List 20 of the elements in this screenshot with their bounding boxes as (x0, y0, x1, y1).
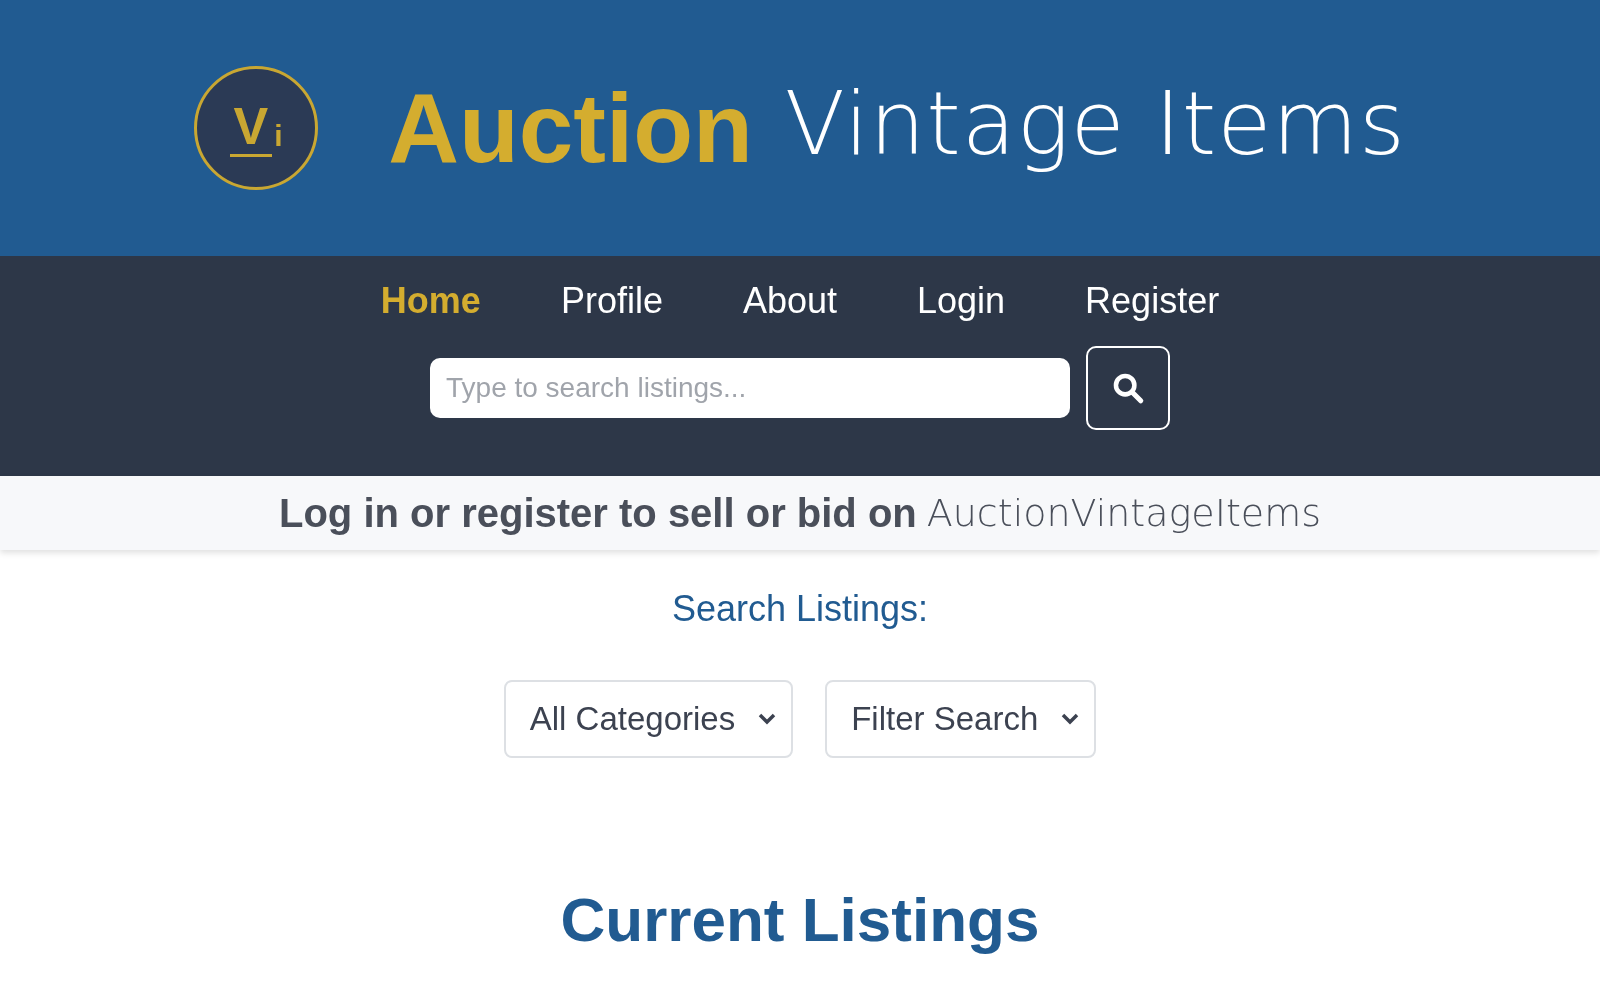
brand-name: AuctionVintageItems (926, 491, 1321, 535)
chevron-down-icon (1060, 712, 1081, 726)
logo-letter: i (274, 119, 283, 153)
site-title: Auction (388, 71, 753, 185)
chevron-down-icon (757, 712, 778, 726)
section-heading: Search Listings: (671, 588, 929, 630)
page-heading: Current Listings (560, 884, 1040, 955)
search-button[interactable] (1086, 346, 1170, 430)
search-icon (1111, 371, 1145, 405)
nav-link[interactable]: About (742, 280, 837, 322)
site-title: Vintage Items (784, 71, 1406, 177)
banner-text: Log in or register to sell or bid on (278, 490, 917, 536)
logo-letter: V (229, 99, 273, 157)
nav-link[interactable]: Home (380, 280, 481, 322)
dropdown[interactable]: All Categories (503, 680, 794, 758)
nav-link[interactable]: Login (917, 280, 1006, 322)
nav-link[interactable]: Profile (560, 280, 663, 322)
search-field[interactable]: Type to search listings... (430, 358, 1070, 418)
nav-link[interactable]: Register (1085, 280, 1220, 322)
dropdown[interactable]: Filter Search (825, 680, 1097, 758)
